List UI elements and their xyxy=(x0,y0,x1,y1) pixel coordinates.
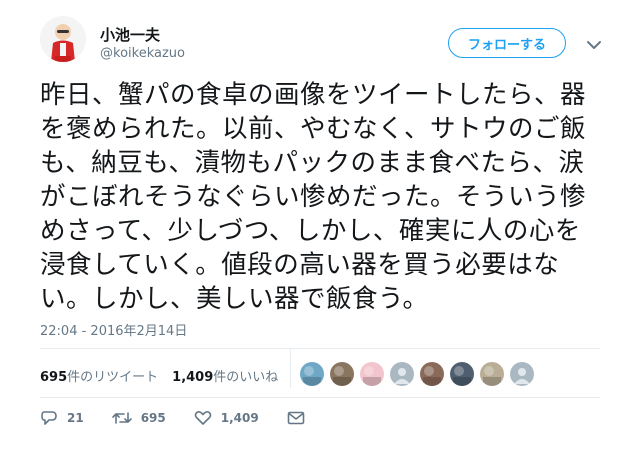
follow-button[interactable]: フォローする xyxy=(448,28,566,58)
avatar-default-egg-icon[interactable] xyxy=(390,362,414,386)
user-avatar[interactable] xyxy=(40,16,86,62)
avatar-pink-face-icon[interactable] xyxy=(360,362,384,386)
like-button[interactable]: 1,409 xyxy=(194,410,259,426)
heart-icon xyxy=(194,411,212,425)
avatar-photo-icon[interactable] xyxy=(330,362,354,386)
tweet-timestamp[interactable]: 22:04 - 2016年2月14日 xyxy=(40,320,187,339)
stats-separator xyxy=(290,348,291,388)
retweet-count: 695 xyxy=(140,411,166,425)
retweet-stat-count: 695 xyxy=(40,369,68,385)
tweet-stats: 695件のリツイート 1,409件のいいね xyxy=(40,362,292,388)
reply-button[interactable]: 21 xyxy=(40,410,84,426)
like-stat[interactable]: 1,409件のいいね xyxy=(172,366,278,385)
divider xyxy=(40,397,600,398)
envelope-icon xyxy=(287,411,305,425)
retweet-button[interactable]: 695 xyxy=(111,410,166,426)
retweet-stat-label: 件のリツイート xyxy=(67,369,159,385)
old-man-avatar-icon xyxy=(40,16,86,62)
avatar-figure-icon[interactable] xyxy=(480,362,504,386)
retweet-icon xyxy=(111,412,132,424)
display-name[interactable]: 小池一夫 xyxy=(100,24,160,45)
divider xyxy=(40,348,600,349)
retweet-stat[interactable]: 695件のリツイート xyxy=(40,366,158,385)
reply-icon xyxy=(41,411,57,425)
direct-message-button[interactable] xyxy=(287,410,305,426)
avatar-group-icon[interactable] xyxy=(420,362,444,386)
like-count: 1,409 xyxy=(220,411,259,425)
reply-count: 21 xyxy=(67,411,84,425)
avatar-city-icon[interactable] xyxy=(450,362,474,386)
tweet-header: 小池一夫 @koikekazuo フォローする xyxy=(40,16,610,72)
liker-avatars xyxy=(300,362,540,386)
like-stat-count: 1,409 xyxy=(172,369,214,385)
tweet-text: 昨日、蟹パの食卓の画像をツイートしたら、器を褒められた。以前、やむなく、サトウの… xyxy=(40,80,587,314)
screen-name[interactable]: @koikekazuo xyxy=(100,46,185,61)
avatar-ocean-icon[interactable] xyxy=(300,362,324,386)
like-stat-label: 件のいいね xyxy=(213,369,279,385)
avatar-default-egg-icon[interactable] xyxy=(510,362,534,386)
tweet-actions: 21 695 1,409 xyxy=(40,408,333,428)
chevron-down-icon[interactable] xyxy=(586,36,602,49)
